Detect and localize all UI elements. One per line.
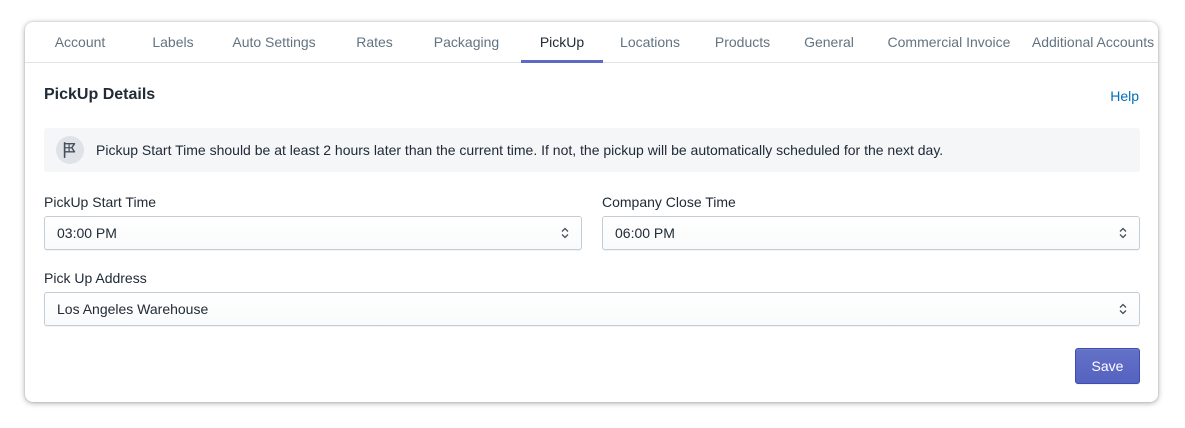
- start-time-value: 03:00 PM: [57, 225, 117, 241]
- address-label: Pick Up Address: [44, 270, 147, 286]
- help-link[interactable]: Help: [1110, 88, 1139, 104]
- info-banner: Pickup Start Time should be at least 2 h…: [44, 128, 1140, 172]
- select-caret-icon: [1119, 227, 1127, 239]
- close-time-select[interactable]: 06:00 PM: [602, 216, 1140, 250]
- banner-text: Pickup Start Time should be at least 2 h…: [96, 142, 944, 158]
- select-caret-icon: [1119, 303, 1127, 315]
- start-time-select[interactable]: 03:00 PM: [44, 216, 582, 250]
- section-title: PickUp Details: [44, 86, 156, 103]
- tab-labels[interactable]: Labels: [135, 22, 211, 62]
- select-caret-icon: [561, 227, 569, 239]
- tab-pickup[interactable]: PickUp: [521, 22, 603, 63]
- start-time-label: PickUp Start Time: [44, 194, 157, 210]
- close-time-label: Company Close Time: [602, 194, 736, 210]
- tab-rates[interactable]: Rates: [337, 22, 412, 62]
- tab-commercial-invoice[interactable]: Commercial Invoice: [870, 22, 1028, 62]
- pickup-settings-card: Account Labels Auto Settings Rates Packa…: [25, 22, 1158, 402]
- settings-tabs: Account Labels Auto Settings Rates Packa…: [25, 22, 1158, 63]
- tab-packaging[interactable]: Packaging: [412, 22, 521, 62]
- save-button[interactable]: Save: [1075, 348, 1140, 384]
- flag-icon: [56, 136, 84, 164]
- tab-products[interactable]: Products: [697, 22, 788, 62]
- address-value: Los Angeles Warehouse: [57, 301, 209, 317]
- address-select[interactable]: Los Angeles Warehouse: [44, 292, 1140, 326]
- close-time-value: 06:00 PM: [615, 225, 675, 241]
- tab-locations[interactable]: Locations: [603, 22, 697, 62]
- tab-account[interactable]: Account: [25, 22, 135, 62]
- tab-auto-settings[interactable]: Auto Settings: [211, 22, 337, 62]
- tab-general[interactable]: General: [788, 22, 870, 62]
- tab-additional-accounts[interactable]: Additional Accounts: [1028, 22, 1158, 62]
